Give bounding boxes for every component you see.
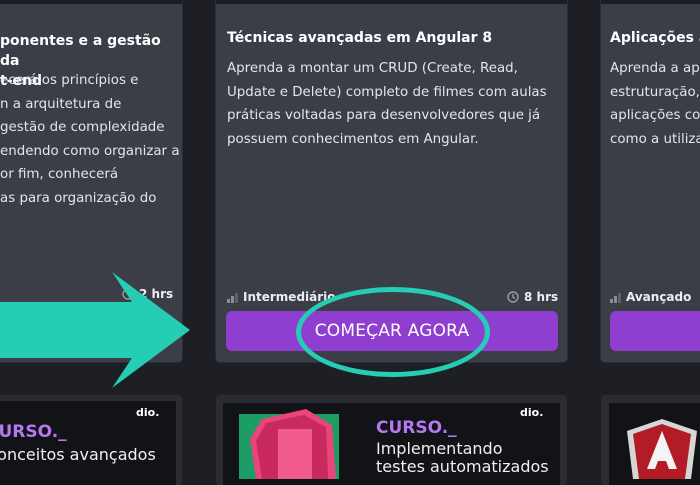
card-thumbnail [0, 0, 182, 4]
card-description: Aprenda a montar um CRUD (Create, Read, … [227, 61, 547, 147]
course-label: CURSO._ [0, 422, 67, 442]
card-title: Técnicas avançadas em Angular 8 [227, 30, 493, 46]
course-card-3[interactable]: Aplicações a Aprenda a ap estruturação, … [601, 0, 700, 362]
course-card-4[interactable]: dio. CURSO._ Conceitos avançados [0, 395, 182, 485]
angular-logo-icon [627, 419, 697, 479]
level-text: Avançado [626, 290, 692, 304]
course-card-1[interactable]: ponentes e a gestão da t-end ecerá os pr… [0, 0, 182, 362]
start-course-button[interactable]: AR A [0, 311, 164, 351]
duration-text: 2 hrs [139, 287, 174, 301]
clock-icon [507, 291, 519, 303]
card-thumbnail [601, 0, 700, 4]
card-description: Aprenda a ap estruturação, aplicações co… [610, 61, 700, 147]
start-course-button[interactable] [610, 311, 700, 351]
card-thumbnail [216, 0, 567, 4]
card-level: Intermediário [227, 290, 336, 304]
card-duration: 8 hrs [507, 290, 558, 304]
course-card-6[interactable] [601, 395, 700, 485]
level-text: Intermediário [243, 290, 336, 304]
start-course-button[interactable]: COMEÇAR AGORA [226, 311, 558, 351]
course-label: CURSO._ [376, 418, 457, 438]
clock-icon [122, 288, 134, 300]
level-bars-icon [227, 292, 238, 303]
course-card-5[interactable]: dio. CURSO._ Implementando testes automa… [216, 395, 567, 485]
duration-text: 8 hrs [524, 290, 559, 304]
card-level: Avançado [610, 290, 691, 304]
dio-logo: dio. [136, 406, 160, 419]
card-description: ecerá os princípios e n a arquitetura de… [0, 73, 180, 206]
card-duration: 2 hrs [122, 287, 173, 301]
course-illustration [239, 409, 339, 479]
course-subtitle: Conceitos avançados [0, 445, 156, 464]
card-title: Aplicações a [610, 30, 700, 46]
course-card-2[interactable]: Técnicas avançadas em Angular 8 Aprenda … [216, 0, 567, 362]
level-bars-icon [610, 292, 621, 303]
course-subtitle: Implementando testes automatizados [376, 439, 549, 476]
dio-logo: dio. [520, 406, 544, 419]
